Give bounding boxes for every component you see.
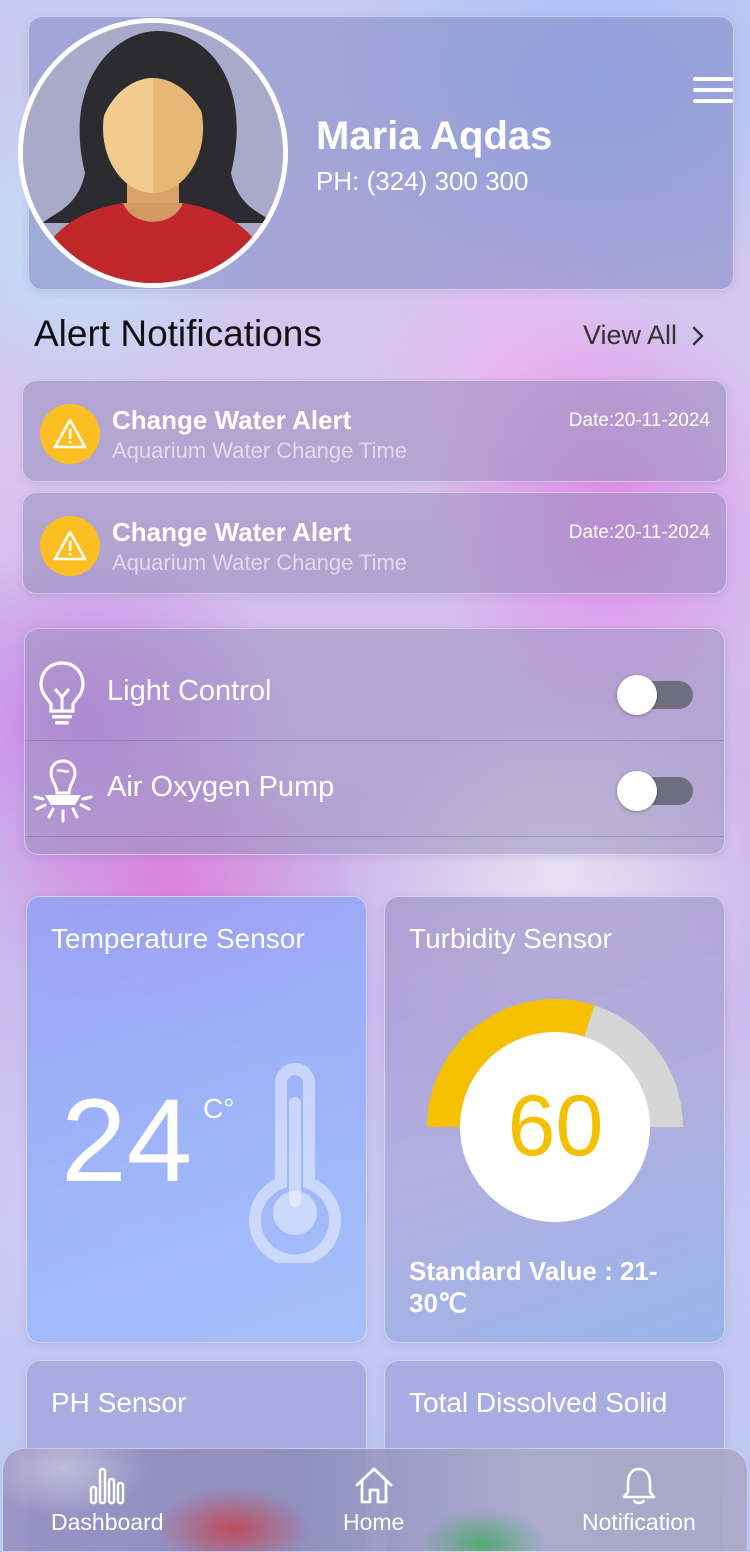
turbidity-standard-value: Standard Value : 21-30℃ [409,1256,658,1318]
oxygen-pump-icon [33,759,93,823]
nav-home-label: Home [343,1509,405,1535]
control-row-light: Light Control [25,645,724,741]
temperature-unit: C° [203,1093,235,1124]
alert-subtitle: Aquarium Water Change Time [112,550,408,575]
tds-sensor-title: Total Dissolved Solid [409,1387,668,1418]
bar-chart-icon [90,1467,125,1505]
nav-notification-label: Notification [582,1509,696,1535]
warning-icon [40,516,100,576]
alert-item[interactable]: Change Water Alert Aquarium Water Change… [22,492,727,594]
bottom-nav: Dashboard Home Notification [2,1448,748,1552]
alert-date: Date:20-11-2024 [568,522,710,543]
view-all-label: View All [583,320,678,350]
temperature-sensor-title: Temperature Sensor [51,923,305,954]
chevron-right-icon [692,326,704,345]
bell-icon [622,1467,656,1505]
ph-sensor-title: PH Sensor [51,1387,187,1418]
nav-dashboard-label: Dashboard [51,1509,164,1535]
warning-icon [40,404,100,464]
alert-subtitle: Aquarium Water Change Time [112,438,408,463]
lightbulb-icon [39,661,85,725]
user-phone: PH: (324) 300 300 [316,166,529,196]
device-controls-card: Light Control Air Oxygen Pump [24,628,725,855]
alert-title: Change Water Alert [112,405,352,435]
light-control-toggle[interactable] [617,675,693,715]
light-control-label: Light Control [107,675,272,707]
turbidity-value: 60 [507,1078,604,1174]
thermometer-icon [249,1063,341,1263]
control-row-oxygen: Air Oxygen Pump [25,741,724,837]
alert-date: Date:20-11-2024 [568,410,710,431]
alert-item[interactable]: Change Water Alert Aquarium Water Change… [22,380,727,482]
nav-notification[interactable]: Notification [582,1465,696,1536]
nav-home[interactable]: Home [343,1465,404,1536]
temperature-sensor-card[interactable]: Temperature Sensor 24 C° [26,896,367,1343]
view-all-link[interactable]: View All [583,320,705,351]
nav-dashboard[interactable]: Dashboard [51,1465,164,1536]
oxygen-pump-toggle[interactable] [617,771,693,811]
menu-icon[interactable] [693,77,733,107]
alerts-title: Alert Notifications [34,313,322,354]
home-icon [355,1467,393,1504]
turbidity-sensor-title: Turbidity Sensor [409,923,612,954]
oxygen-pump-label: Air Oxygen Pump [107,771,335,803]
turbidity-sensor-card[interactable]: Turbidity Sensor 60 Standard Value : 21-… [384,896,725,1343]
user-name: Maria Aqdas [316,114,553,158]
avatar[interactable] [18,18,288,288]
alert-title: Change Water Alert [112,517,352,547]
temperature-value: 24 [61,1075,193,1207]
